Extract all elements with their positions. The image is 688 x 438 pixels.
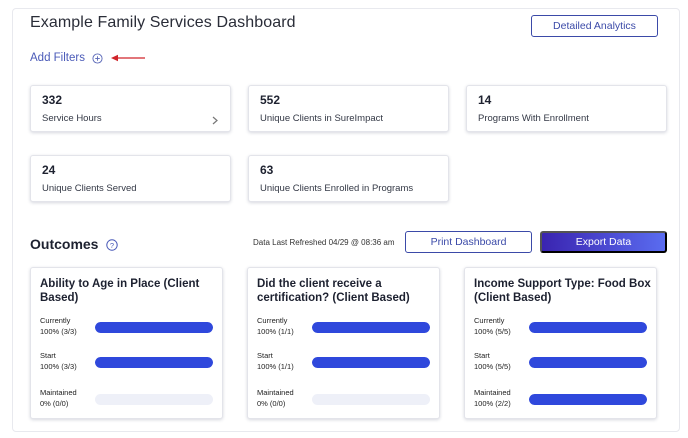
- outcome-card-title: Did the client receive a certification? …: [257, 278, 410, 304]
- plus-circle-icon[interactable]: [92, 52, 103, 64]
- metric-label: Currently: [474, 316, 505, 325]
- metric-maintained: Maintained 0% (0/0): [257, 388, 432, 410]
- progress-fill: [312, 322, 430, 333]
- metric-value: 100% (2/2): [474, 399, 511, 408]
- metric-label: Maintained: [257, 388, 294, 397]
- stat-value: 63: [260, 163, 274, 177]
- metric-maintained: Maintained 100% (2/2): [474, 388, 649, 410]
- metric-currently: Currently 100% (1/1): [257, 316, 432, 338]
- print-dashboard-button[interactable]: Print Dashboard: [405, 231, 532, 253]
- metric-value: 0% (0/0): [40, 399, 69, 408]
- metric-label: Maintained: [474, 388, 511, 397]
- chevron-right-icon[interactable]: [211, 116, 219, 125]
- stat-card-unique-clients-sureimpact[interactable]: 552 Unique Clients in SureImpact: [248, 85, 449, 132]
- metric-start: Start 100% (1/1): [257, 351, 432, 373]
- progress-fill: [529, 322, 647, 333]
- stat-card-programs-with-enrollment[interactable]: 14 Programs With Enrollment: [466, 85, 667, 132]
- stat-value: 14: [478, 93, 492, 107]
- export-data-button[interactable]: Export Data: [540, 231, 667, 253]
- metric-currently: Currently 100% (5/5): [474, 316, 649, 338]
- progress-track: [95, 357, 213, 368]
- annotation-arrow-icon: [111, 54, 145, 62]
- metric-label: Start: [40, 351, 56, 360]
- progress-track: [529, 394, 647, 405]
- metric-value: 100% (5/5): [474, 362, 511, 371]
- metric-label: Currently: [40, 316, 71, 325]
- stat-label: Unique Clients in SureImpact: [260, 113, 384, 124]
- progress-fill: [312, 357, 430, 368]
- metric-start: Start 100% (3/3): [40, 351, 215, 373]
- last-refreshed-text: Data Last Refreshed 04/29 @ 08:36 am: [253, 238, 395, 247]
- detailed-analytics-button[interactable]: Detailed Analytics: [531, 15, 658, 37]
- metric-value: 100% (3/3): [40, 362, 77, 371]
- outcomes-heading: Outcomes: [30, 236, 99, 252]
- progress-fill: [529, 394, 647, 405]
- outcome-card-food-box[interactable]: Income Support Type: Food Box (Client Ba…: [464, 267, 657, 419]
- svg-text:?: ?: [110, 241, 114, 250]
- metric-currently: Currently 100% (3/3): [40, 316, 215, 338]
- metric-value: 100% (1/1): [257, 362, 294, 371]
- metric-label: Maintained: [40, 388, 77, 397]
- progress-track: [312, 322, 430, 333]
- stat-label: Programs With Enrollment: [478, 113, 589, 124]
- progress-track: [312, 394, 430, 405]
- page-title: Example Family Services Dashboard: [30, 14, 296, 31]
- stat-card-service-hours[interactable]: 332 Service Hours: [30, 85, 231, 132]
- add-filters-link[interactable]: Add Filters: [30, 52, 103, 64]
- stat-value: 332: [42, 93, 63, 107]
- stat-card-unique-clients-enrolled[interactable]: 63 Unique Clients Enrolled in Programs: [248, 155, 449, 202]
- progress-track: [529, 322, 647, 333]
- metric-maintained: Maintained 0% (0/0): [40, 388, 215, 410]
- metric-value: 100% (5/5): [474, 327, 511, 336]
- outcome-card-age-in-place[interactable]: Ability to Age in Place (Client Based) C…: [30, 267, 223, 419]
- progress-track: [95, 394, 213, 405]
- stat-card-unique-clients-served[interactable]: 24 Unique Clients Served: [30, 155, 231, 202]
- stat-label: Unique Clients Served: [42, 183, 137, 194]
- metric-label: Start: [257, 351, 273, 360]
- outcome-card-title: Ability to Age in Place (Client Based): [40, 278, 200, 304]
- stat-label: Service Hours: [42, 113, 102, 124]
- stat-value: 552: [260, 93, 281, 107]
- progress-fill: [529, 357, 647, 368]
- progress-fill: [95, 357, 213, 368]
- outcome-card-title: Income Support Type: Food Box (Client Ba…: [474, 278, 651, 304]
- progress-track: [95, 322, 213, 333]
- progress-track: [529, 357, 647, 368]
- metric-value: 0% (0/0): [257, 399, 286, 408]
- metric-start: Start 100% (5/5): [474, 351, 649, 373]
- metric-label: Start: [474, 351, 490, 360]
- outcome-card-certification[interactable]: Did the client receive a certification? …: [247, 267, 440, 419]
- metric-value: 100% (3/3): [40, 327, 77, 336]
- metric-label: Currently: [257, 316, 288, 325]
- progress-fill: [95, 322, 213, 333]
- question-circle-icon[interactable]: ?: [106, 239, 118, 251]
- stat-value: 24: [42, 163, 56, 177]
- progress-track: [312, 357, 430, 368]
- add-filters-label: Add Filters: [30, 52, 85, 64]
- metric-value: 100% (1/1): [257, 327, 294, 336]
- stat-label: Unique Clients Enrolled in Programs: [260, 183, 414, 194]
